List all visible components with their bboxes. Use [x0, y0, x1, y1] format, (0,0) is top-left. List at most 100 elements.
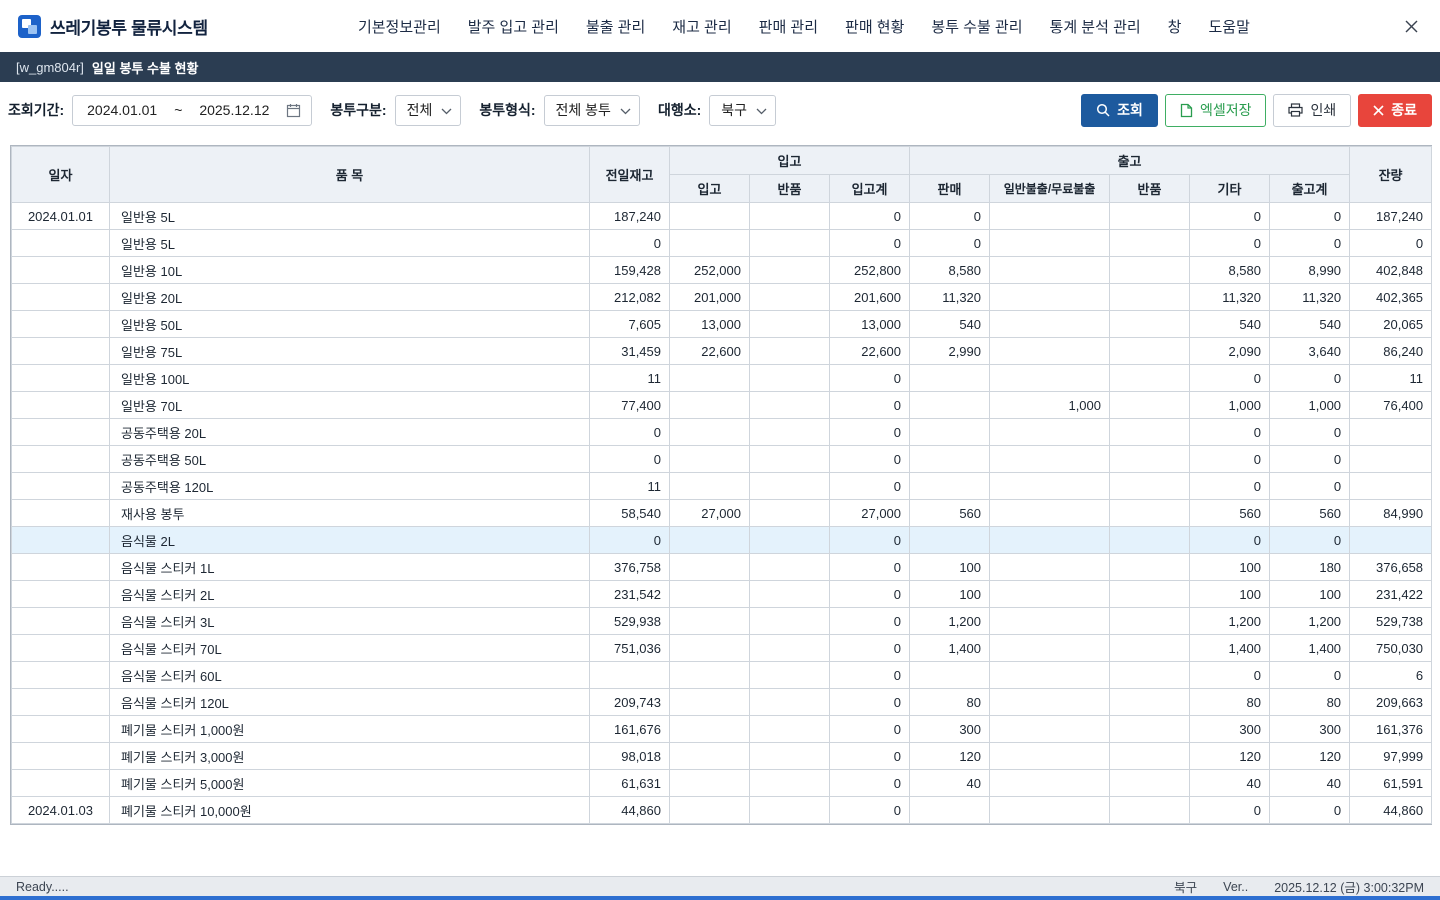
menu-item[interactable]: 봉투 수불 관리 [931, 16, 1022, 37]
table-row[interactable]: 일반용 10L159,428252,000252,8008,5808,5808,… [12, 257, 1432, 284]
table-row[interactable]: 공동주택용 20L0000 [12, 419, 1432, 446]
table-row[interactable]: 음식물 스티커 1L376,7580100100180376,658 [12, 554, 1432, 581]
cell-prev-stock: 61,631 [590, 770, 670, 797]
cell-general-free-out [990, 797, 1110, 824]
table-row[interactable]: 음식물 스티커 120L209,7430808080209,663 [12, 689, 1432, 716]
table-row[interactable]: 폐기물 스티커 1,000원161,6760300300300161,376 [12, 716, 1432, 743]
menu-item[interactable]: 판매 현황 [845, 16, 904, 37]
table-row[interactable]: 일반용 20L212,082201,000201,60011,32011,320… [12, 284, 1432, 311]
menu-item[interactable]: 통계 분석 관리 [1050, 16, 1141, 37]
cell-remain: 6 [1350, 662, 1432, 689]
cell-in-return [750, 608, 830, 635]
cell-in: 252,000 [670, 257, 750, 284]
window-close-icon[interactable] [1400, 15, 1422, 37]
chevron-down-icon [756, 108, 767, 115]
date-from-input[interactable]: 2024.01.01 [83, 102, 161, 118]
excel-save-button[interactable]: 엑셀저장 [1165, 94, 1267, 127]
menu-item[interactable]: 판매 관리 [759, 16, 818, 37]
table-header: 일자 품 목 전일재고 입고 출고 잔량 입고 반품 입고계 판매 일반불출/무… [12, 147, 1432, 203]
print-button[interactable]: 인쇄 [1273, 94, 1351, 127]
bag-type-select[interactable]: 전체 [395, 95, 462, 126]
search-button[interactable]: 조회 [1081, 94, 1158, 127]
cell-out-return [1110, 392, 1190, 419]
cell-remain: 97,999 [1350, 743, 1432, 770]
bag-type-label: 봉투구분: [330, 100, 386, 120]
cell-out-total: 120 [1270, 743, 1350, 770]
menu-item[interactable]: 불출 관리 [586, 16, 645, 37]
cell-sale [910, 392, 990, 419]
cell-sale [910, 446, 990, 473]
table-row[interactable]: 음식물 스티커 70L751,03601,4001,4001,400750,03… [12, 635, 1432, 662]
menu-item[interactable]: 도움말 [1208, 16, 1249, 37]
menu-item[interactable]: 재고 관리 [672, 16, 731, 37]
menu-item[interactable]: 발주 입고 관리 [468, 16, 559, 37]
date-range-box: 2024.01.01 ~ 2025.12.12 [72, 95, 312, 126]
period-label: 조회기간: [8, 100, 64, 120]
col-header-etc: 기타 [1190, 175, 1270, 203]
table-row[interactable]: 일반용 5L000000 [12, 230, 1432, 257]
cell-in-return [750, 257, 830, 284]
menu-item[interactable]: 창 [1168, 16, 1182, 37]
cell-in-total: 0 [830, 608, 910, 635]
exit-button[interactable]: 종료 [1358, 94, 1432, 127]
bag-format-select[interactable]: 전체 봉투 [544, 95, 640, 126]
chevron-down-icon [441, 108, 452, 115]
cell-in [670, 797, 750, 824]
table-row[interactable]: 공동주택용 50L0000 [12, 446, 1432, 473]
cell-out-return [1110, 419, 1190, 446]
cell-item: 일반용 75L [110, 338, 590, 365]
status-bar: Ready..... 북구 Ver.. 2025.12.12 (금) 3:00:… [0, 876, 1440, 896]
cell-prev-stock: 529,938 [590, 608, 670, 635]
cell-etc: 1,400 [1190, 635, 1270, 662]
cell-in-return [750, 392, 830, 419]
cell-sale: 8,580 [910, 257, 990, 284]
cell-item: 음식물 스티커 3L [110, 608, 590, 635]
cell-remain: 750,030 [1350, 635, 1432, 662]
table-row[interactable]: 일반용 70L77,40001,0001,0001,00076,400 [12, 392, 1432, 419]
table-row[interactable]: 일반용 75L31,45922,60022,6002,9902,0903,640… [12, 338, 1432, 365]
table-row[interactable]: 2024.01.01일반용 5L187,2400000187,240 [12, 203, 1432, 230]
table-row[interactable]: 일반용 100L1100011 [12, 365, 1432, 392]
table-row[interactable]: 공동주택용 120L11000 [12, 473, 1432, 500]
cell-remain: 402,365 [1350, 284, 1432, 311]
cell-etc: 80 [1190, 689, 1270, 716]
cell-general-free-out [990, 284, 1110, 311]
table-row[interactable]: 2024.01.03폐기물 스티커 10,000원44,86000044,860 [12, 797, 1432, 824]
date-to-input[interactable]: 2025.12.12 [195, 102, 273, 118]
agency-label: 대행소: [658, 100, 701, 120]
table-row[interactable]: 폐기물 스티커 3,000원98,018012012012097,999 [12, 743, 1432, 770]
calendar-icon[interactable] [286, 103, 301, 118]
cell-remain: 44,860 [1350, 797, 1432, 824]
cell-general-free-out [990, 203, 1110, 230]
cell-general-free-out [990, 230, 1110, 257]
cell-in-total: 0 [830, 446, 910, 473]
cell-out-return [1110, 500, 1190, 527]
cell-out-return [1110, 797, 1190, 824]
cell-out-return [1110, 446, 1190, 473]
cell-general-free-out [990, 716, 1110, 743]
table-row[interactable]: 음식물 2L0000 [12, 527, 1432, 554]
table-row[interactable]: 일반용 50L7,60513,00013,00054054054020,065 [12, 311, 1432, 338]
cell-out-total: 1,000 [1270, 392, 1350, 419]
cell-in: 13,000 [670, 311, 750, 338]
cell-sale: 1,400 [910, 635, 990, 662]
cell-prev-stock: 98,018 [590, 743, 670, 770]
table-row[interactable]: 음식물 스티커 60L0006 [12, 662, 1432, 689]
cell-out-return [1110, 257, 1190, 284]
menu-item[interactable]: 기본정보관리 [358, 16, 441, 37]
table-row[interactable]: 재사용 봉투58,54027,00027,00056056056084,990 [12, 500, 1432, 527]
table-row[interactable]: 음식물 스티커 3L529,93801,2001,2001,200529,738 [12, 608, 1432, 635]
filter-bar: 조회기간: 2024.01.01 ~ 2025.12.12 봉투구분: 전체 봉… [0, 82, 1440, 138]
cell-prev-stock: 0 [590, 446, 670, 473]
table-row[interactable]: 음식물 스티커 2L231,5420100100100231,422 [12, 581, 1432, 608]
cell-etc: 1,000 [1190, 392, 1270, 419]
cell-in [670, 392, 750, 419]
cell-item: 음식물 스티커 120L [110, 689, 590, 716]
table-row[interactable]: 폐기물 스티커 5,000원61,631040404061,591 [12, 770, 1432, 797]
cell-date [12, 608, 110, 635]
page-title: 일일 봉투 수불 현황 [92, 58, 199, 77]
cell-date [12, 743, 110, 770]
cell-in [670, 554, 750, 581]
cell-in-return [750, 527, 830, 554]
agency-select[interactable]: 북구 [709, 95, 776, 126]
